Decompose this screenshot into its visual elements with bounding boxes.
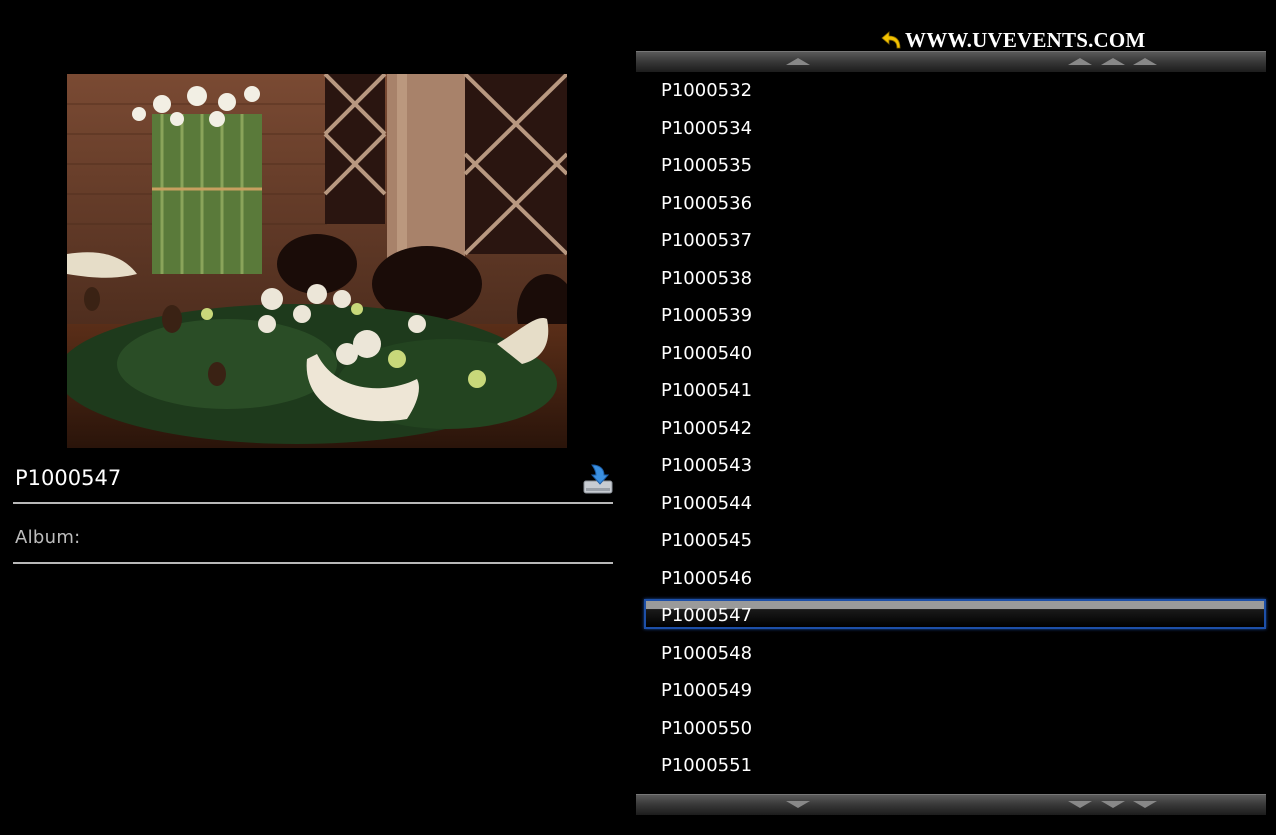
scroll-down-icon[interactable] — [786, 801, 810, 808]
file-list-item-label: P1000543 — [661, 455, 753, 476]
file-list: P1000532 P1000534 P1000535 P1000536 P1000537… — [636, 72, 1266, 794]
site-link[interactable]: WWW.UVEVENTS.COM — [880, 27, 1145, 53]
file-list-item-label: P1000535 — [661, 155, 753, 176]
file-list-item[interactable]: P1000548 — [636, 635, 1266, 672]
file-list-item[interactable]: P1000550 — [636, 710, 1266, 747]
scroll-up-icon[interactable] — [786, 58, 810, 65]
file-list-item[interactable]: P1000551 — [636, 747, 1266, 784]
file-list-item-label: P1000551 — [661, 755, 753, 776]
back-arrow-icon — [881, 31, 901, 49]
download-button[interactable] — [582, 463, 614, 495]
file-list-item[interactable]: P1000543 — [636, 447, 1266, 484]
file-list-item[interactable]: P1000540 — [636, 335, 1266, 372]
album-divider — [13, 562, 613, 564]
file-list-item-label: P1000545 — [661, 530, 753, 551]
page-down-icon[interactable] — [1068, 801, 1157, 808]
scroll-up-bar[interactable] — [636, 51, 1266, 72]
file-list-item[interactable]: P1000549 — [636, 672, 1266, 709]
file-list-item-label: P1000539 — [661, 305, 753, 326]
photo-viewer: P1000547 Album: WWW.UVEVENTS.COM P100053… — [0, 0, 1276, 835]
file-list-item-label: P1000550 — [661, 717, 753, 739]
file-list-item-selected[interactable]: P1000547 — [636, 597, 1266, 634]
title-divider — [13, 502, 613, 504]
file-list-item-label: P1000544 — [661, 492, 753, 514]
file-list-item-label: P1000532 — [661, 80, 753, 101]
photo-image — [67, 74, 567, 448]
page-up-icon[interactable] — [1068, 58, 1157, 65]
file-list-item[interactable]: P1000538 — [636, 260, 1266, 297]
file-list-item[interactable]: P1000536 — [636, 185, 1266, 222]
file-list-item[interactable]: P1000534 — [636, 110, 1266, 147]
file-list-item[interactable]: P1000542 — [636, 410, 1266, 447]
file-list-item-label: P1000536 — [661, 192, 753, 214]
download-icon — [583, 464, 613, 494]
file-list-item[interactable]: P1000537 — [636, 222, 1266, 259]
photo-title: P1000547 — [15, 466, 122, 490]
file-list-item-label: P1000542 — [661, 417, 753, 439]
file-list-item-label: P1000541 — [661, 380, 753, 401]
file-list-item[interactable]: P1000545 — [636, 522, 1266, 559]
photo-preview[interactable] — [67, 74, 567, 448]
file-list-item[interactable]: P1000546 — [636, 560, 1266, 597]
file-list-item-label: P1000540 — [661, 342, 753, 364]
file-list-item-label: P1000534 — [661, 117, 753, 139]
file-list-item[interactable]: P1000541 — [636, 372, 1266, 409]
album-label: Album: — [15, 527, 81, 548]
file-list-item[interactable]: P1000539 — [636, 297, 1266, 334]
file-list-item-label: P1000548 — [661, 642, 753, 664]
site-link-text: WWW.UVEVENTS.COM — [905, 27, 1146, 52]
file-list-item-label: P1000546 — [661, 567, 753, 589]
file-list-item-label: P1000537 — [661, 230, 753, 251]
scroll-down-bar[interactable] — [636, 794, 1266, 815]
file-list-item[interactable]: P1000532 — [636, 72, 1266, 109]
file-list-item-label: P1000538 — [661, 267, 753, 289]
file-list-item[interactable]: P1000535 — [636, 147, 1266, 184]
file-list-item[interactable]: P1000544 — [636, 485, 1266, 522]
file-list-item-label: P1000547 — [661, 605, 753, 626]
file-list-item-label: P1000549 — [661, 680, 753, 701]
